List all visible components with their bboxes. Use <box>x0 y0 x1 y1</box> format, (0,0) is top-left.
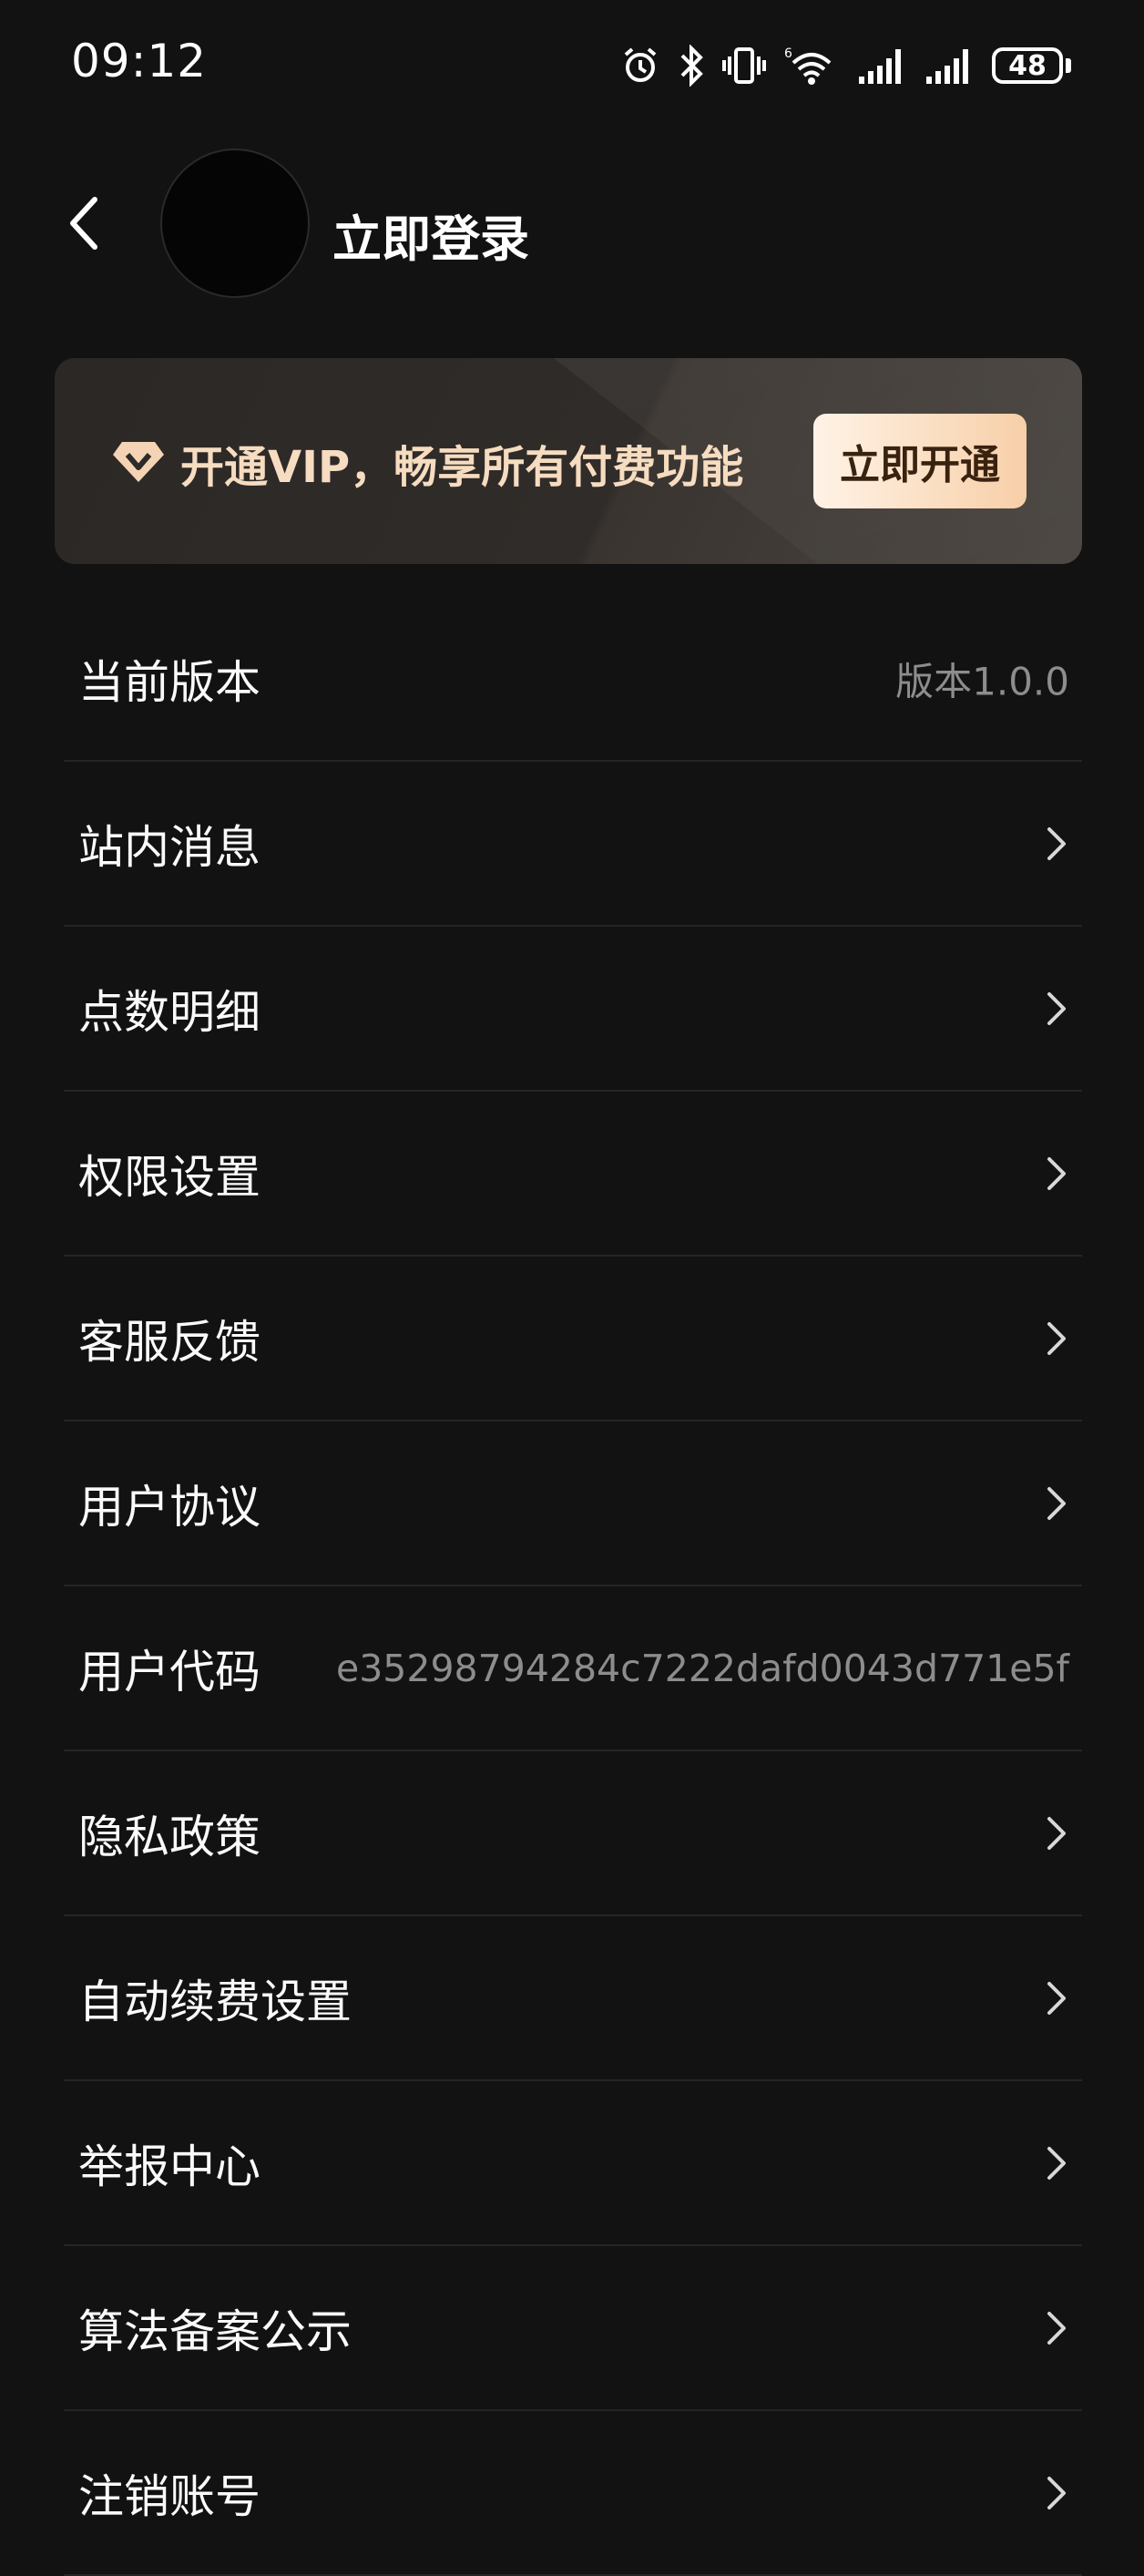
menu-item-label: 站内消息 <box>78 820 260 874</box>
signal-icon <box>857 46 906 86</box>
chevron-left-icon <box>70 197 97 250</box>
back-button[interactable] <box>56 191 111 255</box>
menu-item-label: 当前版本 <box>78 655 260 709</box>
open-vip-button[interactable]: 立即开通 <box>813 414 1027 508</box>
menu-item-privacy-policy[interactable]: 隐私政策 <box>64 1751 1082 1916</box>
login-link[interactable]: 立即登录 <box>332 199 529 271</box>
battery-icon: 48 <box>992 47 1071 84</box>
menu-item-label: 算法备案公示 <box>78 2304 352 2358</box>
vibrate-icon <box>722 46 766 86</box>
avatar[interactable] <box>160 149 310 298</box>
menu-item-report-center[interactable]: 举报中心 <box>64 2081 1082 2246</box>
version-value: 版本1.0.0 <box>895 659 1069 703</box>
menu-item-label: 用户代码 <box>78 1645 260 1699</box>
menu-item-label: 点数明细 <box>78 985 260 1039</box>
svg-text:6: 6 <box>784 46 792 61</box>
menu-item-label: 用户协议 <box>78 1480 260 1534</box>
chevron-right-icon <box>1047 2311 1066 2345</box>
menu-item-label: 客服反馈 <box>78 1315 260 1369</box>
menu-item-label: 注销账号 <box>78 2469 260 2523</box>
bluetooth-icon <box>679 45 704 87</box>
menu-item-points[interactable]: 点数明细 <box>64 927 1082 1092</box>
chevron-right-icon <box>1047 1321 1066 1355</box>
chevron-right-icon <box>1047 826 1066 860</box>
chevron-right-icon <box>1047 1981 1066 2015</box>
menu-item-user-code: 用户代码 e35298794284c7222dafd0043d771e5f <box>64 1586 1082 1751</box>
menu-item-version: 当前版本 版本1.0.0 <box>64 597 1082 762</box>
menu-item-user-agreement[interactable]: 用户协议 <box>64 1421 1082 1586</box>
wifi-icon: 6 <box>784 45 839 87</box>
menu-item-permissions[interactable]: 权限设置 <box>64 1092 1082 1257</box>
settings-menu: 当前版本 版本1.0.0 站内消息 点数明细 权限设置 客服反馈 用户协议 用户… <box>64 597 1082 2576</box>
menu-item-delete-account[interactable]: 注销账号 <box>64 2411 1082 2576</box>
menu-item-label: 举报中心 <box>78 2140 260 2193</box>
status-time: 09:12 <box>71 35 208 87</box>
sound-wave-icon <box>187 182 280 264</box>
chevron-right-icon <box>1047 2476 1066 2509</box>
chevron-right-icon <box>1047 1486 1066 1520</box>
menu-item-label: 隐私政策 <box>78 1810 260 1863</box>
vip-promo-text: 开通VIP，畅享所有付费功能 <box>180 442 744 493</box>
battery-level: 48 <box>992 47 1063 84</box>
chevron-right-icon <box>1047 991 1066 1025</box>
menu-item-feedback[interactable]: 客服反馈 <box>64 1257 1082 1421</box>
chevron-right-icon <box>1047 1156 1066 1190</box>
signal-icon <box>924 46 974 86</box>
user-code-value: e35298794284c7222dafd0043d771e5f <box>335 1646 1069 1690</box>
chevron-right-icon <box>1047 1816 1066 1850</box>
chevron-right-icon <box>1047 2146 1066 2180</box>
menu-item-auto-renew[interactable]: 自动续费设置 <box>64 1916 1082 2081</box>
vip-banner[interactable]: 开通VIP，畅享所有付费功能 立即开通 <box>55 358 1082 564</box>
menu-item-messages[interactable]: 站内消息 <box>64 762 1082 927</box>
menu-item-algorithm-filing[interactable]: 算法备案公示 <box>64 2246 1082 2411</box>
menu-item-label: 自动续费设置 <box>78 1975 352 2028</box>
diamond-icon <box>109 431 168 489</box>
menu-item-label: 权限设置 <box>78 1150 260 1204</box>
status-bar: 09:12 6 48 <box>0 0 1144 128</box>
alarm-icon <box>620 46 660 86</box>
header: 立即登录 <box>0 146 1144 301</box>
status-icons: 6 48 <box>620 38 1071 93</box>
